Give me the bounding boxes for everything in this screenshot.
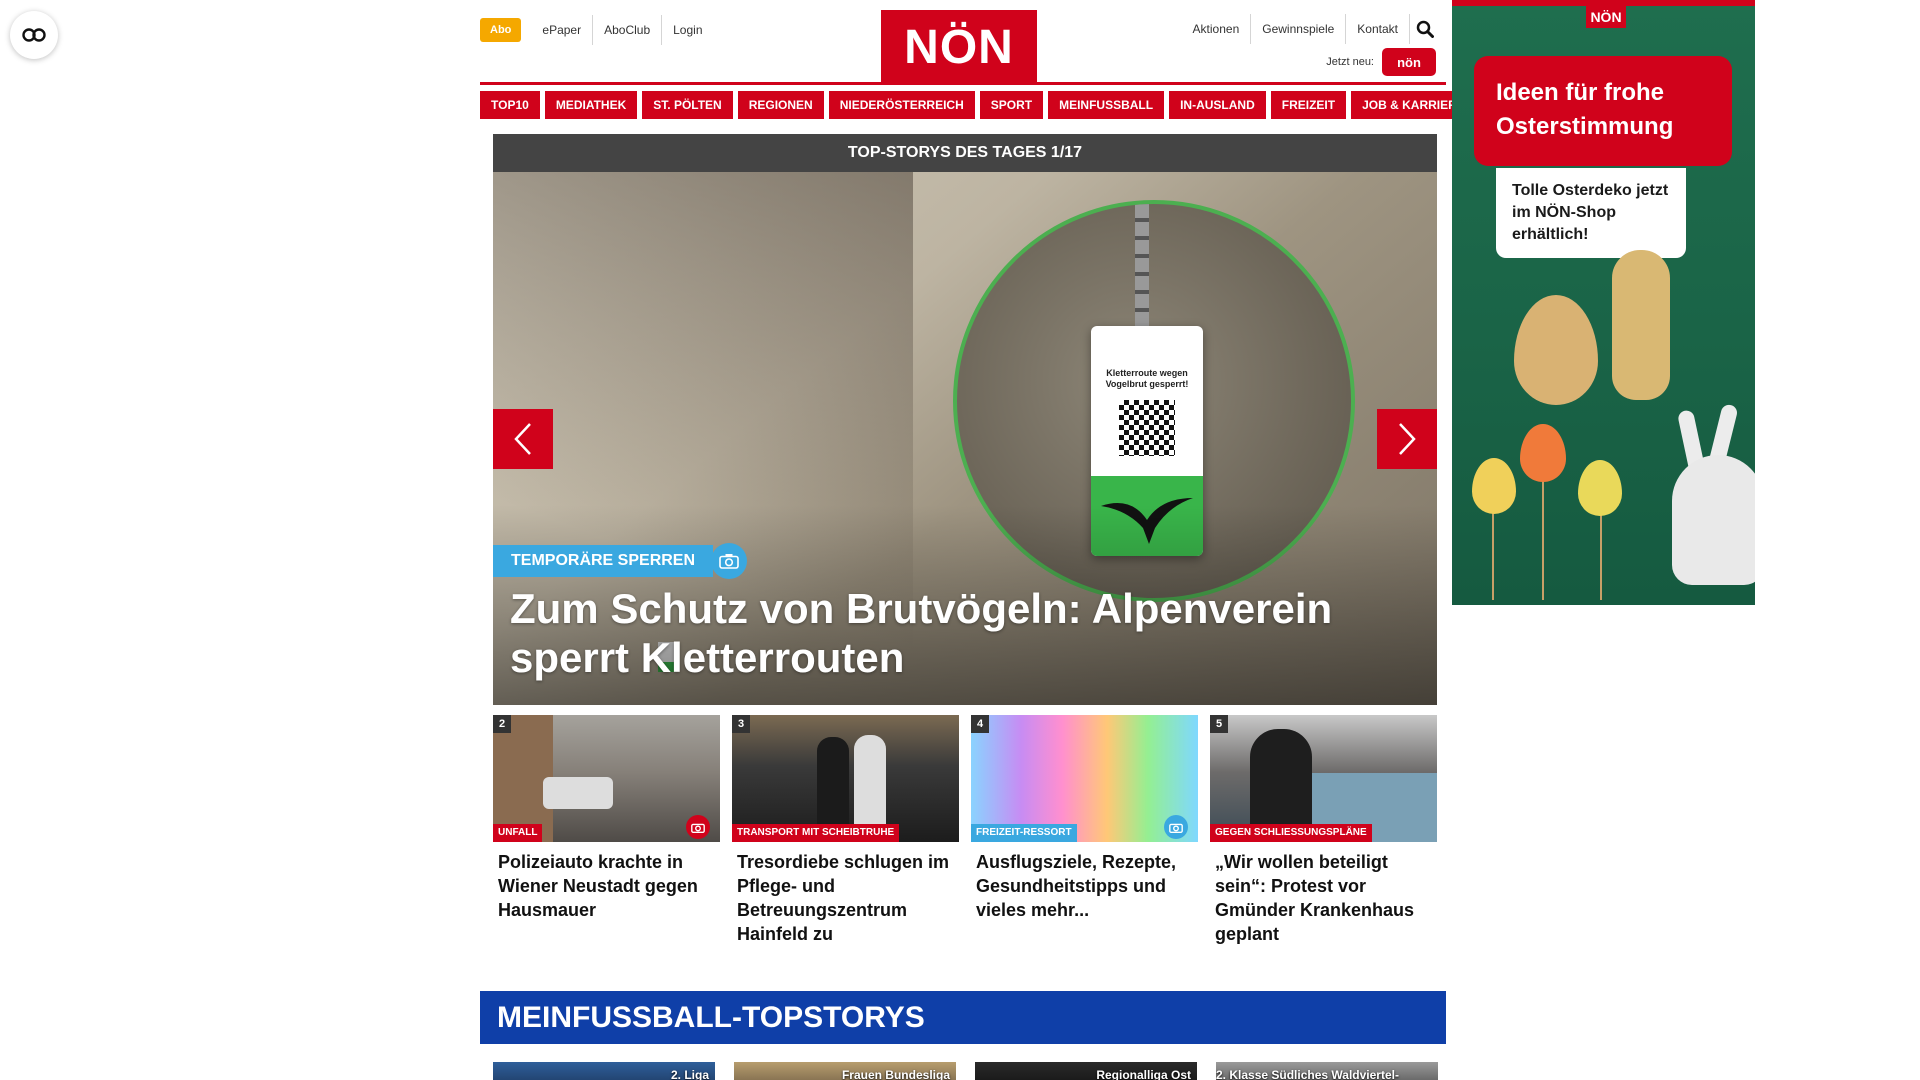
camera-icon xyxy=(1169,823,1183,833)
teaser-number: 2 xyxy=(493,715,511,733)
teaser-gallery-badge xyxy=(686,815,710,839)
epaper-link[interactable]: ePaper xyxy=(531,15,592,45)
reader-mode-icon xyxy=(22,28,46,42)
football-card-label: Regionalliga Ost xyxy=(1096,1068,1191,1080)
teaser-kicker[interactable]: GEGEN SCHLIESSUNGSPLÄNE xyxy=(1210,824,1372,842)
header-divider xyxy=(480,82,1446,85)
aboclub-link[interactable]: AboClub xyxy=(592,15,661,45)
site-logo[interactable]: NÖN xyxy=(881,10,1037,84)
jetzt-neu-badge[interactable]: nön xyxy=(1382,48,1436,76)
hero-tag-text: Kletterroute wegen Vogelbrut gesperrt! xyxy=(1105,368,1189,389)
teaser-card[interactable]: 4 FREIZEIT-RESSORT Ausflugsziele, Rezept… xyxy=(971,715,1198,922)
ad-logo: NÖN xyxy=(1586,6,1626,28)
teaser-title[interactable]: Ausflugsziele, Rezepte, Gesundheitstipps… xyxy=(971,842,1198,922)
teaser-kicker[interactable]: UNFALL xyxy=(493,824,543,842)
teaser-kicker[interactable]: TRANSPORT MIT SCHEIBTRUHE xyxy=(732,824,900,842)
teaser-gallery-badge xyxy=(1164,815,1188,839)
nav-sport[interactable]: SPORT xyxy=(979,91,1044,119)
hero-kicker[interactable]: TEMPORÄRE SPERREN xyxy=(493,545,714,577)
nav-niederoesterreich[interactable]: NIEDERÖSTERREICH xyxy=(828,91,975,119)
reader-mode-button[interactable] xyxy=(10,11,58,59)
teaser-card[interactable]: 3 TRANSPORT MIT SCHEIBTRUHE Tresordiebe … xyxy=(732,715,959,946)
nav-freizeit[interactable]: FREIZEIT xyxy=(1270,91,1347,119)
search-icon xyxy=(1416,20,1434,38)
teaser-title[interactable]: „Wir wollen beteiligt sein“: Protest vor… xyxy=(1210,842,1437,946)
ad-straw-bunny xyxy=(1612,250,1670,400)
top-links-right: Aktionen Gewinnspiele Kontakt xyxy=(1182,14,1440,44)
chevron-left-icon xyxy=(514,423,531,455)
teaser-number: 5 xyxy=(1210,715,1228,733)
teaser-kicker[interactable]: FREIZEIT-RESSORT xyxy=(971,824,1077,842)
hero-gallery-badge xyxy=(711,543,747,579)
ad-egg-stick xyxy=(1492,500,1494,600)
nav-mediathek[interactable]: MEDIATHEK xyxy=(544,91,638,119)
hero-headline[interactable]: Zum Schutz von Brutvögeln: Alpenverein s… xyxy=(510,584,1420,682)
ad-rabbit xyxy=(1672,455,1755,585)
nav-top10[interactable]: TOP10 xyxy=(480,91,540,119)
ad-easter-egg xyxy=(1472,458,1516,514)
teaser-image-car xyxy=(543,777,613,809)
slider-next-button[interactable] xyxy=(1377,409,1437,469)
main-navigation: TOP10 MEDIATHEK ST. PÖLTEN REGIONEN NIED… xyxy=(480,91,1476,119)
qr-code xyxy=(1119,400,1175,456)
ad-egg-stick xyxy=(1542,470,1544,600)
chevron-right-icon xyxy=(1399,423,1416,455)
login-link[interactable]: Login xyxy=(661,15,713,45)
search-button[interactable] xyxy=(1410,14,1440,44)
ad-easter-egg xyxy=(1578,460,1622,516)
football-card[interactable]: Frauen Bundesliga xyxy=(734,1062,956,1080)
football-card-label: 2. Liga xyxy=(670,1068,709,1080)
ad-easter-egg xyxy=(1520,424,1566,482)
hero-chain xyxy=(1135,204,1149,334)
football-card-label: 2. Klasse Südliches Waldviertel-Wachau xyxy=(1216,1068,1399,1080)
jetzt-neu: Jetzt neu: nön xyxy=(1326,48,1436,76)
nav-st-poelten[interactable]: ST. PÖLTEN xyxy=(642,91,733,119)
camera-icon xyxy=(719,554,739,569)
kontakt-link[interactable]: Kontakt xyxy=(1346,14,1410,44)
ad-headline: Ideen für frohe Osterstimmung xyxy=(1474,56,1732,166)
teaser-number: 4 xyxy=(971,715,989,733)
teaser-image[interactable]: 5 GEGEN SCHLIESSUNGSPLÄNE xyxy=(1210,715,1437,842)
aktionen-link[interactable]: Aktionen xyxy=(1182,14,1252,44)
teaser-image[interactable]: 2 UNFALL xyxy=(493,715,720,842)
teaser-number: 3 xyxy=(732,715,750,733)
gewinnspiele-link[interactable]: Gewinnspiele xyxy=(1251,14,1347,44)
football-card-label: Frauen Bundesliga xyxy=(841,1068,950,1080)
teaser-image[interactable]: 4 FREIZEIT-RESSORT xyxy=(971,715,1198,842)
top-links-left: Abo ePaper AboClub Login xyxy=(480,14,714,46)
football-section-header[interactable]: MEINFUSSBALL-TOPSTORYS xyxy=(480,991,1446,1044)
nav-meinfussball[interactable]: MEINFUSSBALL xyxy=(1048,91,1165,119)
football-card[interactable]: 2. Klasse Südliches Waldviertel-Wachau xyxy=(1216,1062,1438,1080)
ad-note: Tolle Osterdeko jetzt im NÖN-Shop erhält… xyxy=(1496,168,1686,258)
nav-in-ausland[interactable]: IN-AUSLAND xyxy=(1169,91,1266,119)
camera-icon xyxy=(691,823,705,833)
site-header: Abo ePaper AboClub Login NÖN Aktionen Ge… xyxy=(480,10,1440,84)
teaser-card[interactable]: 2 UNFALL Polizeiauto krachte in Wiener N… xyxy=(493,715,720,922)
teaser-title[interactable]: Tresordiebe schlugen im Pflege- und Betr… xyxy=(732,842,959,946)
teaser-card[interactable]: 5 GEGEN SCHLIESSUNGSPLÄNE „Wir wollen be… xyxy=(1210,715,1437,946)
advertisement[interactable]: NÖN Ideen für frohe Osterstimmung Tolle … xyxy=(1452,0,1755,605)
jetzt-neu-label: Jetzt neu: xyxy=(1326,56,1374,68)
football-card[interactable]: Regionalliga Ost xyxy=(975,1062,1197,1080)
ad-straw-egg xyxy=(1514,295,1598,405)
teaser-image[interactable]: 3 TRANSPORT MIT SCHEIBTRUHE xyxy=(732,715,959,842)
nav-regionen[interactable]: REGIONEN xyxy=(737,91,824,119)
top-stories-header: TOP-STORYS DES TAGES 1/17 xyxy=(493,134,1437,172)
slider-prev-button[interactable] xyxy=(493,409,553,469)
football-card[interactable]: 2. Liga xyxy=(493,1062,715,1080)
teaser-title[interactable]: Polizeiauto krachte in Wiener Neustadt g… xyxy=(493,842,720,922)
abo-button[interactable]: Abo xyxy=(480,18,522,42)
